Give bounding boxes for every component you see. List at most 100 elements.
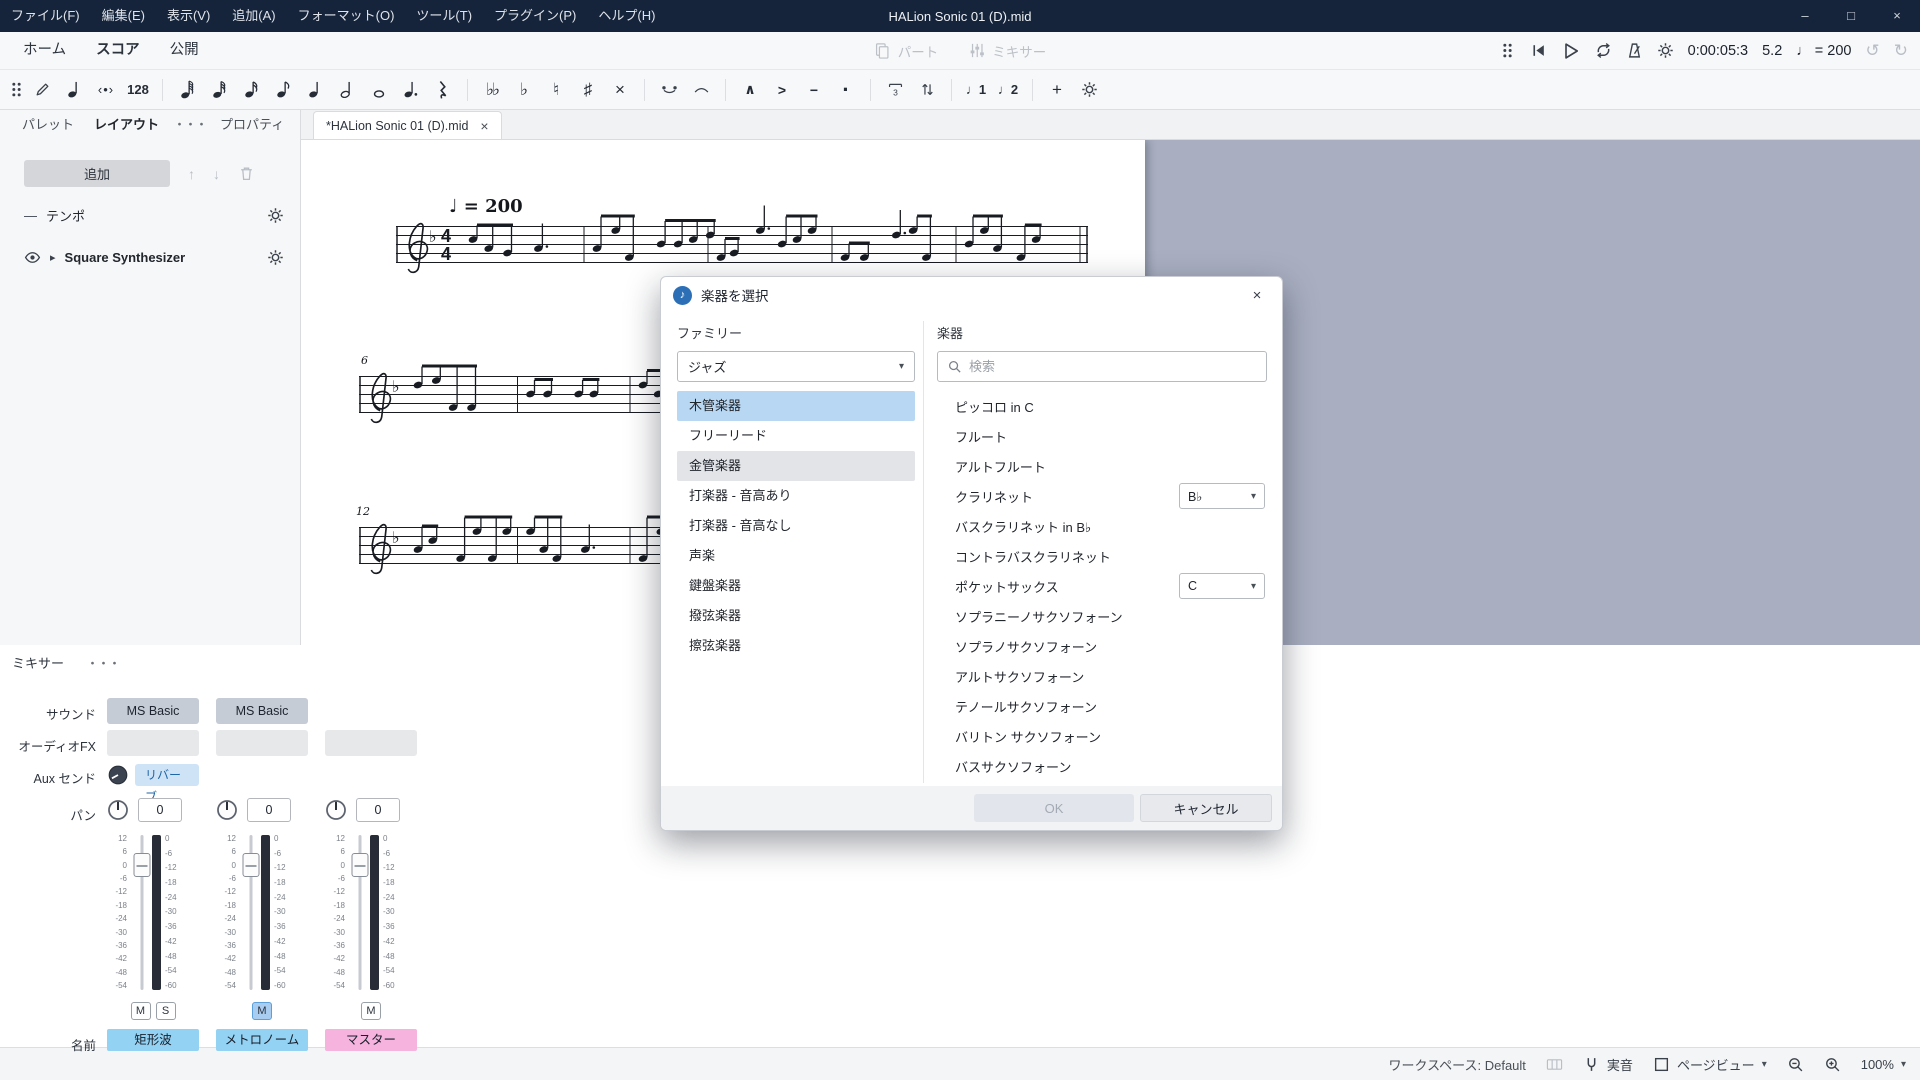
staccato-button[interactable]: · <box>831 75 861 105</box>
pan-value[interactable]: 0 <box>247 798 291 822</box>
note-entry-note-icon[interactable] <box>59 75 89 105</box>
transposition-dropdown[interactable]: C ▾ <box>1179 573 1265 599</box>
minimize-button[interactable]: – <box>1782 0 1828 32</box>
double-sharp-button[interactable]: × <box>605 75 635 105</box>
move-down-button[interactable]: ↓ <box>213 166 220 182</box>
tab-close-icon[interactable]: × <box>480 118 488 134</box>
tuplet-button[interactable] <box>880 75 910 105</box>
instrument-item[interactable]: バスクラリネット in B♭ <box>937 511 1267 541</box>
instrument-item[interactable]: アルトサクソフォーン <box>937 661 1267 691</box>
family-item[interactable]: 金管楽器 <box>677 451 915 481</box>
instrument-item[interactable]: コントラバスクラリネット <box>937 541 1267 571</box>
rest-button[interactable] <box>428 75 458 105</box>
instrument-item[interactable]: テノールサクソフォーン <box>937 691 1267 721</box>
voice-1-button[interactable]: ♩1 <box>961 75 991 105</box>
zoom-in-button[interactable] <box>1824 1056 1841 1073</box>
loop-button[interactable] <box>1595 42 1612 59</box>
instrument-item[interactable]: ソプラノサクソフォーン <box>937 631 1267 661</box>
instrument-item[interactable]: クラリネット B♭ ▾ <box>937 481 1267 511</box>
sound-button[interactable]: MS Basic <box>107 698 199 724</box>
instrument-item[interactable]: フルート <box>937 421 1267 451</box>
duration-quarter-button[interactable] <box>300 75 330 105</box>
family-item[interactable]: 打楽器 - 音高なし <box>677 511 915 541</box>
dialog-titlebar[interactable]: ♪ 楽器を選択 × <box>661 277 1282 313</box>
sound-button[interactable]: MS Basic <box>216 698 308 724</box>
duration-half-button[interactable] <box>332 75 362 105</box>
marcato-button[interactable]: ∧ <box>735 75 765 105</box>
fader-handle[interactable] <box>242 853 259 877</box>
instrument-item[interactable]: ポケットサックス C ▾ <box>937 571 1267 601</box>
fader-handle[interactable] <box>133 853 150 877</box>
zoom-out-button[interactable] <box>1787 1056 1804 1073</box>
zoom-level-select[interactable]: 100% ▾ <box>1861 1057 1906 1072</box>
panel-overflow-button[interactable]: ・・・ <box>169 110 210 140</box>
metronome-button[interactable] <box>1626 42 1643 59</box>
cancel-button[interactable]: キャンセル <box>1140 794 1272 822</box>
midi-input-icon[interactable] <box>1546 1056 1563 1073</box>
tab-score[interactable]: スコア <box>81 32 155 69</box>
duration-16th-button[interactable] <box>236 75 266 105</box>
menu-tools[interactable]: ツール(T) <box>405 0 483 32</box>
duration-eighth-button[interactable] <box>268 75 298 105</box>
audio-fx-slot[interactable] <box>216 730 308 756</box>
toolbar-drag-handle-icon[interactable] <box>8 81 25 98</box>
voice-2-button[interactable]: ♩2 <box>993 75 1023 105</box>
family-item[interactable]: 木管楽器 <box>677 391 915 421</box>
transport-drag-handle-icon[interactable] <box>1499 42 1516 59</box>
menu-plugins[interactable]: プラグイン(P) <box>483 0 587 32</box>
fader-track[interactable] <box>131 833 152 992</box>
visibility-eye-icon[interactable] <box>24 249 41 266</box>
audio-fx-slot[interactable] <box>107 730 199 756</box>
duration-whole-button[interactable] <box>364 75 394 105</box>
instrument-item[interactable]: ピッコロ in C <box>937 391 1267 421</box>
playback-settings-button[interactable] <box>1657 42 1674 59</box>
dialog-close-button[interactable]: × <box>1244 287 1270 304</box>
audio-fx-slot[interactable] <box>325 730 417 756</box>
menu-help[interactable]: ヘルプ(H) <box>587 0 666 32</box>
natural-button[interactable]: ♮ <box>541 75 571 105</box>
search-input[interactable] <box>969 359 1257 374</box>
workspace-label[interactable]: ワークスペース: Default <box>1388 1055 1525 1074</box>
toolbar-settings-button[interactable] <box>1074 75 1104 105</box>
search-field[interactable] <box>937 351 1267 382</box>
document-tab[interactable]: *HALion Sonic 01 (D).mid × <box>313 111 502 139</box>
add-palette-button[interactable]: + <box>1042 75 1072 105</box>
slur-button[interactable] <box>686 75 716 105</box>
volume-fader[interactable]: 1260-6-12-18-24-30-36-42-48-54 0-6-12-18… <box>107 833 199 992</box>
family-item[interactable]: フリーリード <box>677 421 915 451</box>
mixer-overflow-button[interactable]: ・・・ <box>86 653 119 672</box>
tenuto-button[interactable]: − <box>799 75 829 105</box>
menu-add[interactable]: 追加(A) <box>221 0 286 32</box>
family-item[interactable]: 声楽 <box>677 541 915 571</box>
mixer-button[interactable]: ミキサー <box>968 41 1046 61</box>
fader-handle[interactable] <box>351 853 368 877</box>
pan-value[interactable]: 0 <box>356 798 400 822</box>
menu-view[interactable]: 表示(V) <box>156 0 221 32</box>
tempo-settings-button[interactable] <box>267 207 284 224</box>
instrument-item[interactable]: バリトン サクソフォーン <box>937 721 1267 751</box>
fader-track[interactable] <box>240 833 261 992</box>
fader-track[interactable] <box>349 833 370 992</box>
aux-send-knob[interactable] <box>107 764 129 786</box>
pan-value[interactable]: 0 <box>138 798 182 822</box>
channel-name[interactable]: 矩形波 <box>107 1029 199 1051</box>
move-up-button[interactable]: ↑ <box>188 166 195 182</box>
volume-fader[interactable]: 1260-6-12-18-24-30-36-42-48-54 0-6-12-18… <box>216 833 308 992</box>
playback-tempo[interactable]: ♩ = 200 <box>1796 43 1851 59</box>
tab-layout[interactable]: レイアウト <box>84 110 169 140</box>
add-button[interactable]: 追加 <box>24 160 170 187</box>
view-mode-select[interactable]: ページビュー ▾ <box>1653 1055 1767 1074</box>
tab-home[interactable]: ホーム <box>8 32 81 69</box>
solo-button[interactable]: S <box>156 1002 176 1020</box>
undo-button[interactable]: ↺ <box>1866 42 1880 59</box>
channel-name[interactable]: メトロノーム <box>216 1029 308 1051</box>
pan-knob[interactable] <box>216 799 238 821</box>
tie-button[interactable] <box>654 75 684 105</box>
close-button[interactable]: × <box>1874 0 1920 32</box>
tab-properties[interactable]: プロパティ <box>210 110 294 140</box>
family-item[interactable]: 打楽器 - 音高あり <box>677 481 915 511</box>
reverb-button[interactable]: リバーブ <box>135 764 199 786</box>
channel-name[interactable]: マスター <box>325 1029 417 1051</box>
delete-button[interactable] <box>238 165 255 182</box>
note-input-mode-icon[interactable]: ‹•› <box>91 75 121 105</box>
